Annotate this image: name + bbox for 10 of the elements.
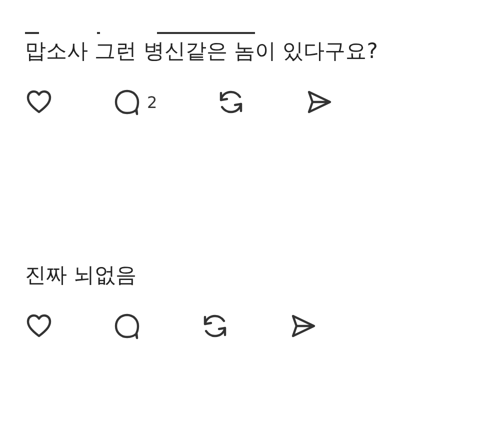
post-text: 진짜 뇌없음 (25, 262, 138, 289)
speech-bubble-icon[interactable] (113, 88, 141, 116)
post-text: 맙소사 그런 병신같은 놈이 있다구요? (25, 38, 379, 65)
heart-icon[interactable] (25, 312, 53, 340)
comment-count: 2 (147, 92, 158, 112)
speech-bubble-icon[interactable] (113, 312, 141, 340)
send-icon[interactable] (289, 312, 317, 340)
send-icon[interactable] (305, 88, 334, 116)
heart-icon[interactable] (25, 88, 53, 116)
repost-arrows-icon[interactable] (201, 312, 229, 340)
